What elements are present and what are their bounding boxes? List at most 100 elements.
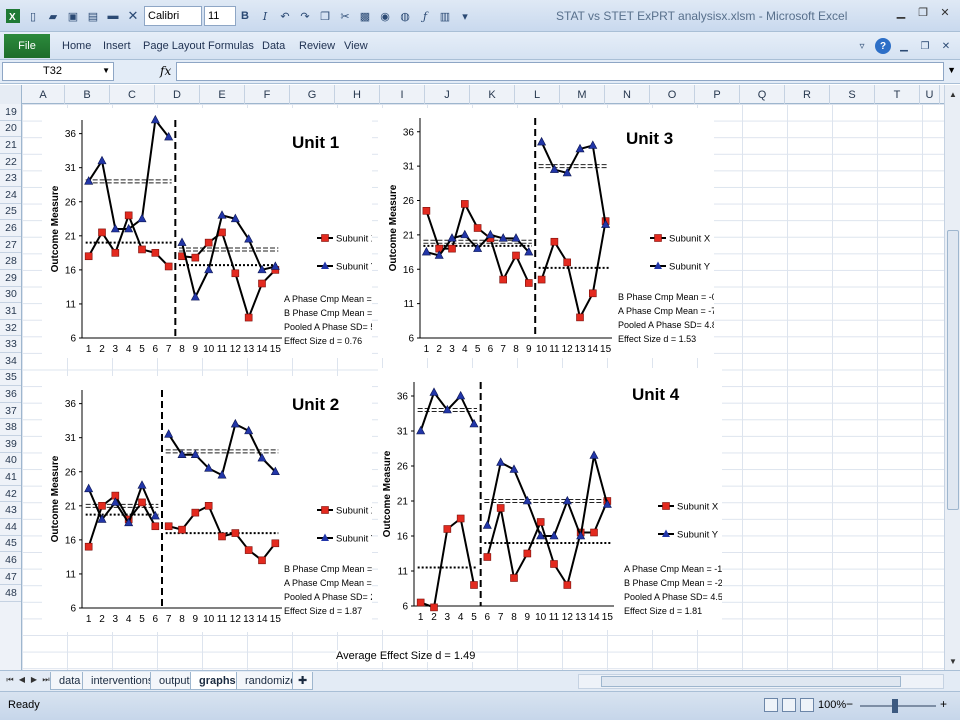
- column-header-d[interactable]: D: [155, 85, 200, 104]
- customize-toolbar-icon[interactable]: ▾: [456, 7, 474, 25]
- function-icon[interactable]: ƒ: [416, 7, 434, 25]
- zoom-in-icon[interactable]: +: [940, 697, 947, 711]
- row-header-41[interactable]: 41: [0, 469, 21, 486]
- chart-unit-1[interactable]: 6 11 16 21 26 31 36 1 2 3 4 5 6 7 8 9 10 11 12 13 14 15 Outcom…: [42, 108, 372, 358]
- row-header-27[interactable]: 27: [0, 237, 21, 254]
- paste-icon[interactable]: ▩: [356, 7, 374, 25]
- row-header-45[interactable]: 45: [0, 536, 21, 553]
- row-header-46[interactable]: 46: [0, 552, 21, 569]
- file-tab[interactable]: File: [4, 34, 50, 58]
- expand-formula-bar-icon[interactable]: ▼: [947, 65, 956, 75]
- first-sheet-icon[interactable]: ⏮: [4, 675, 16, 685]
- close-icon[interactable]: ✕: [936, 4, 954, 20]
- column-header-t[interactable]: T: [875, 85, 920, 104]
- row-header-24[interactable]: 24: [0, 187, 21, 204]
- select-all-corner[interactable]: [0, 85, 22, 104]
- insert-function-icon[interactable]: fx: [160, 64, 171, 78]
- cut-x-icon[interactable]: ✕: [124, 7, 142, 25]
- copy-icon[interactable]: ❐: [316, 7, 334, 25]
- italic-icon[interactable]: I: [256, 7, 274, 25]
- vertical-scroll-thumb[interactable]: [947, 230, 959, 510]
- open-folder-icon[interactable]: ▰: [44, 7, 62, 25]
- row-header-34[interactable]: 34: [0, 353, 21, 370]
- row-header-38[interactable]: 38: [0, 419, 21, 436]
- row-header-47[interactable]: 47: [0, 569, 21, 586]
- row-header-44[interactable]: 44: [0, 519, 21, 536]
- save-as-icon[interactable]: ▤: [84, 7, 102, 25]
- excel-app-icon[interactable]: X: [4, 7, 22, 25]
- column-header-c[interactable]: C: [110, 85, 155, 104]
- row-header-22[interactable]: 22: [0, 154, 21, 171]
- font-name-combo[interactable]: Calibri: [144, 6, 202, 26]
- horizontal-scroll-thumb[interactable]: [601, 676, 901, 687]
- column-header-h[interactable]: H: [335, 85, 380, 104]
- column-header-e[interactable]: E: [200, 85, 245, 104]
- column-header-a[interactable]: A: [22, 85, 65, 104]
- row-header-29[interactable]: 29: [0, 270, 21, 287]
- bold-icon[interactable]: B: [236, 7, 254, 25]
- row-header-28[interactable]: 28: [0, 253, 21, 270]
- row-header-36[interactable]: 36: [0, 386, 21, 403]
- print-preview-icon[interactable]: ◉: [376, 7, 394, 25]
- workbook-restore-icon[interactable]: ❐: [917, 38, 933, 54]
- tab-page-layout[interactable]: Page Layout: [143, 40, 205, 52]
- zoom-out-icon[interactable]: −: [846, 697, 853, 711]
- row-header-23[interactable]: 23: [0, 170, 21, 187]
- chevron-down-icon[interactable]: ▼: [102, 66, 110, 75]
- column-header-l[interactable]: L: [515, 85, 560, 104]
- column-header-f[interactable]: F: [245, 85, 290, 104]
- row-header-21[interactable]: 21: [0, 137, 21, 154]
- row-header-31[interactable]: 31: [0, 303, 21, 320]
- row-header-42[interactable]: 42: [0, 486, 21, 503]
- redo-icon[interactable]: ↷: [296, 7, 314, 25]
- page-break-view-icon[interactable]: [800, 698, 814, 712]
- insert-sheet-icon[interactable]: ✚: [292, 672, 314, 690]
- page-layout-view-icon[interactable]: [782, 698, 796, 712]
- normal-view-icon[interactable]: [764, 698, 778, 712]
- new-file-icon[interactable]: ▯: [24, 7, 42, 25]
- horizontal-scrollbar[interactable]: [578, 674, 944, 689]
- column-header-o[interactable]: O: [650, 85, 695, 104]
- row-header-43[interactable]: 43: [0, 502, 21, 519]
- tab-data[interactable]: Data: [262, 40, 285, 52]
- row-header-32[interactable]: 32: [0, 320, 21, 337]
- scroll-up-icon[interactable]: ▲: [947, 87, 959, 101]
- next-sheet-icon[interactable]: ▶: [28, 675, 40, 685]
- row-header-48[interactable]: 48: [0, 585, 21, 602]
- column-header-k[interactable]: K: [470, 85, 515, 104]
- column-header-i[interactable]: I: [380, 85, 425, 104]
- fill-color-icon[interactable]: ◍: [396, 7, 414, 25]
- chart-unit-4[interactable]: 6 11 16 21 26 31 36 1 2 3 4 5 6 7 8 9 10 11 12 13 14 15 Outcom…: [378, 368, 722, 630]
- row-header-39[interactable]: 39: [0, 436, 21, 453]
- column-header-u[interactable]: U: [920, 85, 940, 104]
- row-header-25[interactable]: 25: [0, 204, 21, 221]
- scroll-down-icon[interactable]: ▼: [947, 654, 959, 668]
- restore-icon[interactable]: ❐: [914, 4, 932, 20]
- workbook-minimize-icon[interactable]: ▁: [896, 38, 912, 54]
- folder-icon[interactable]: ▬: [104, 7, 122, 25]
- tab-home[interactable]: Home: [62, 40, 91, 52]
- chart-unit-3[interactable]: 6 11 16 21 26 31 36 1 2 3 4 5 6 7 8 9 10 11 12 13 14 15 Outcom…: [378, 108, 714, 358]
- save-icon[interactable]: ▣: [64, 7, 82, 25]
- row-header-40[interactable]: 40: [0, 453, 21, 470]
- tab-review[interactable]: Review: [299, 40, 335, 52]
- column-header-q[interactable]: Q: [740, 85, 785, 104]
- ribbon-collapse-icon[interactable]: ▿: [854, 38, 870, 54]
- column-header-s[interactable]: S: [830, 85, 875, 104]
- row-header-35[interactable]: 35: [0, 370, 21, 387]
- tab-view[interactable]: View: [344, 40, 368, 52]
- row-header-26[interactable]: 26: [0, 220, 21, 237]
- font-size-combo[interactable]: 11: [204, 6, 236, 26]
- row-header-37[interactable]: 37: [0, 403, 21, 420]
- formula-input[interactable]: [176, 62, 944, 81]
- scissors-icon[interactable]: ✂: [336, 7, 354, 25]
- workbook-close-icon[interactable]: ✕: [938, 38, 954, 54]
- column-header-m[interactable]: M: [560, 85, 605, 104]
- row-header-19[interactable]: 19: [0, 104, 21, 121]
- vertical-scrollbar[interactable]: ▲ ▼: [944, 85, 960, 670]
- zoom-slider[interactable]: [860, 705, 936, 707]
- column-header-j[interactable]: J: [425, 85, 470, 104]
- minimize-icon[interactable]: ▁: [892, 4, 910, 20]
- zoom-slider-knob[interactable]: [892, 699, 898, 713]
- row-header-20[interactable]: 20: [0, 121, 21, 138]
